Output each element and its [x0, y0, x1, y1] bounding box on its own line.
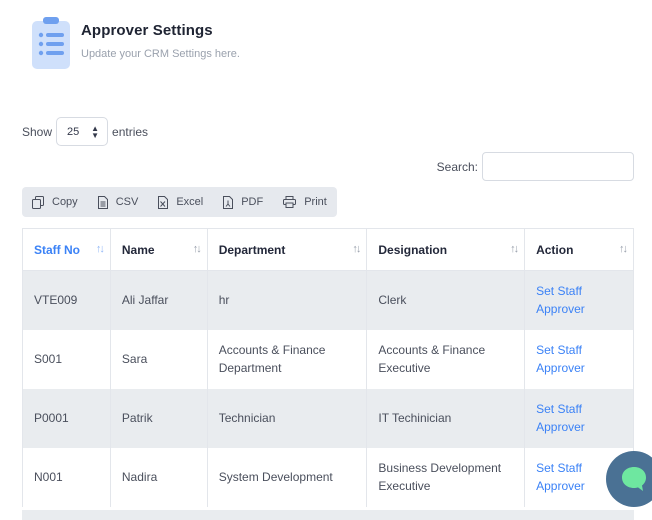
cell-designation: Business Development Executive	[366, 447, 526, 507]
pdf-file-icon	[223, 195, 234, 209]
chat-bubble-icon	[622, 467, 646, 491]
cell-name: Nadira	[109, 447, 208, 507]
table-row: P0001 Patrik Technician IT Techinician S…	[22, 388, 634, 448]
set-staff-approver-link[interactable]: Set Staff Approver	[536, 400, 596, 436]
print-button[interactable]: Print	[283, 196, 327, 208]
set-staff-approver-link[interactable]: Set Staff Approver	[536, 282, 596, 318]
cell-designation: Accounts & Finance Executive	[366, 329, 526, 389]
column-header-label: Staff No	[34, 242, 80, 257]
entries-label: entries	[112, 124, 149, 139]
search-label: Search:	[436, 159, 478, 174]
sort-icon: ↑↓	[352, 243, 361, 255]
set-staff-approver-link[interactable]: Set Staff Approver	[536, 459, 596, 495]
column-header-label: Designation	[378, 242, 448, 257]
sort-icon: ↑↓	[95, 243, 105, 255]
set-staff-approver-link[interactable]: Set Staff Approver	[536, 341, 596, 377]
csv-button[interactable]: CSV	[97, 195, 139, 209]
cell-department: hr	[206, 270, 368, 330]
page-title: Approver Settings	[81, 22, 213, 39]
export-toolbar: Copy CSV Excel PDF Print	[22, 187, 337, 217]
cell-designation: IT Techinician	[366, 388, 526, 448]
cell-designation: Clerk	[366, 270, 526, 330]
column-header-label: Department	[218, 242, 286, 257]
column-header-action[interactable]: Action ↑↓	[524, 228, 634, 271]
entries-length-control: Show 25 ▲ ▼ entries	[22, 117, 148, 146]
cell-staff-no: N001	[22, 447, 111, 507]
cell-name: Sara	[109, 329, 208, 389]
sort-icon: ↑↓	[619, 243, 628, 255]
cell-action: Set Staff Approver	[524, 329, 634, 389]
cell-staff-no: P0001	[22, 388, 111, 448]
search-input[interactable]	[482, 152, 634, 181]
sort-icon: ↑↓	[192, 243, 202, 255]
copy-icon	[32, 195, 44, 209]
header-text: Approver Settings Update your CRM Settin…	[81, 22, 240, 60]
column-header-designation[interactable]: Designation ↑↓	[366, 228, 526, 271]
approver-table: Staff No ↑↓ Name ↑↓ Department ↑↓ Designati…	[22, 228, 634, 507]
excel-button[interactable]: Excel	[158, 195, 204, 209]
table-row: S001 Sara Accounts & Finance Department …	[22, 329, 634, 389]
page-subtitle: Update your CRM Settings here.	[81, 48, 240, 60]
cell-name: Ali Jaffar	[109, 270, 208, 330]
cell-department: System Development	[206, 447, 368, 507]
column-header-name[interactable]: Name ↑↓	[109, 228, 208, 271]
csv-label: CSV	[115, 196, 139, 208]
printer-icon	[283, 196, 297, 208]
cell-staff-no: VTE009	[22, 270, 111, 330]
search-control: Search:	[437, 152, 634, 181]
show-label: Show	[22, 124, 53, 139]
entries-select-value: 25	[67, 125, 80, 138]
cell-action: Set Staff Approver	[524, 270, 634, 330]
column-header-label: Name	[121, 242, 155, 257]
table-row: N001 Nadira System Development Business …	[22, 447, 634, 507]
table-header-row: Staff No ↑↓ Name ↑↓ Department ↑↓ Designati…	[22, 228, 634, 271]
sort-icon: ↑↓	[510, 243, 519, 255]
select-caret-icon: ▲ ▼	[91, 123, 100, 140]
cell-action: Set Staff Approver	[524, 388, 634, 448]
approver-table-wrapper: Staff No ↑↓ Name ↑↓ Department ↑↓ Designati…	[22, 228, 634, 507]
cell-department: Technician	[206, 388, 368, 448]
clipboard-list-icon	[30, 16, 72, 72]
table-row: VTE009 Ali Jaffar hr Clerk Set Staff App…	[22, 270, 634, 330]
cell-staff-no: S001	[22, 329, 111, 389]
page-header: Approver Settings Update your CRM Settin…	[30, 16, 240, 72]
print-label: Print	[304, 196, 327, 208]
copy-label: Copy	[52, 196, 78, 208]
column-header-staff-no[interactable]: Staff No ↑↓	[22, 228, 111, 271]
column-header-label: Action	[536, 242, 574, 257]
cell-name: Patrik	[109, 388, 208, 448]
entries-select[interactable]: 25 ▲ ▼	[56, 117, 109, 146]
pdf-label: PDF	[241, 196, 264, 208]
excel-label: Excel	[176, 196, 204, 208]
column-header-department[interactable]: Department ↑↓	[206, 228, 368, 271]
cell-department: Accounts & Finance Department	[206, 329, 368, 389]
copy-button[interactable]: Copy	[32, 195, 78, 209]
next-row-partial	[22, 510, 634, 520]
excel-file-icon	[158, 195, 169, 209]
csv-file-icon	[97, 195, 108, 209]
pdf-button[interactable]: PDF	[223, 195, 264, 209]
